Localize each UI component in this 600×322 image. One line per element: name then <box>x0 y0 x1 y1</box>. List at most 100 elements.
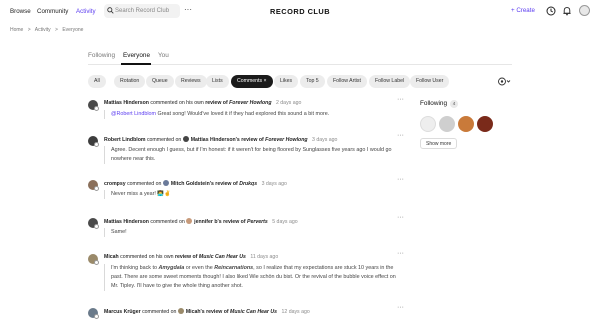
verb-text: commented on <box>148 219 187 225</box>
verb-text: commented on <box>125 181 163 187</box>
chip-likes[interactable]: Likes <box>274 75 299 88</box>
review-link-label[interactable]: review of <box>175 254 199 260</box>
record-club-logo[interactable]: RECORD CLUB <box>270 7 330 16</box>
nav-activity-link[interactable]: Activity <box>76 8 96 15</box>
comment-badge-icon <box>94 224 99 229</box>
following-count-badge: 4 <box>450 100 458 108</box>
feed-item-header: Micah commented on his own review of Mus… <box>104 254 278 260</box>
followed-user-avatar[interactable] <box>458 116 474 132</box>
verb-text: commented on his own <box>148 100 206 106</box>
chip-queue[interactable]: Queue <box>146 75 174 88</box>
review-link-label[interactable]: review of <box>222 219 247 225</box>
timestamp: 5 days ago <box>272 219 298 225</box>
tab-you[interactable]: You <box>158 52 169 59</box>
timestamp: 12 days ago <box>281 309 310 315</box>
avatar <box>182 136 189 142</box>
verb-text: commented on his own <box>118 254 175 260</box>
verb-text: commented on <box>140 309 178 315</box>
tab-everyone[interactable]: Everyone <box>123 52 150 59</box>
search-input[interactable]: Search Record Club <box>104 4 180 18</box>
followed-user-avatar[interactable] <box>439 116 455 132</box>
bell-icon[interactable] <box>562 6 572 18</box>
item-menu-button[interactable]: ··· <box>397 250 404 257</box>
top-navigation-bar: Browse Community Activity Search Record … <box>0 0 600 22</box>
followed-user-avatar[interactable] <box>420 116 436 132</box>
nav-community-link[interactable]: Community <box>37 8 68 15</box>
show-more-button[interactable]: Show more <box>420 138 458 149</box>
breadcrumb-separator: > <box>27 27 31 33</box>
user-link[interactable]: Mattias Hinderson <box>104 100 149 106</box>
feed-item-header: Mattias Hinderson commented on jennifer … <box>104 218 298 225</box>
target-user-link[interactable]: jennifer b's <box>194 219 221 225</box>
breadcrumb-home[interactable]: Home <box>10 27 23 33</box>
following-title: Following <box>420 100 447 107</box>
review-link-label[interactable]: review of <box>214 181 239 187</box>
breadcrumb-separator: > <box>55 27 58 33</box>
album-link[interactable]: Forever Howlong <box>265 137 307 143</box>
feed-item-header: crompsy commented on Mitch Goldstein's r… <box>104 180 287 187</box>
chip-follow-artist[interactable]: Follow Artist <box>327 75 367 88</box>
comment-badge-icon <box>94 186 99 191</box>
breadcrumb-activity[interactable]: Activity <box>35 27 51 33</box>
item-menu-button[interactable]: ··· <box>397 214 404 221</box>
user-link[interactable]: Micah <box>104 254 119 260</box>
comment-body: I'm thinking back to Amygdala or even th… <box>104 264 398 291</box>
chip-comments-active[interactable]: Comments × <box>231 75 273 88</box>
review-link-label[interactable]: review of <box>205 100 229 106</box>
avatar <box>177 308 184 314</box>
feed-item-header: Marcus Krüger commented on Micah's revie… <box>104 308 310 315</box>
chip-lists[interactable]: Lists <box>206 75 229 88</box>
target-user-link[interactable]: Micah's <box>186 309 205 315</box>
chip-follow-user[interactable]: Follow User <box>410 75 450 88</box>
active-tab-indicator <box>121 63 151 65</box>
filter-settings-icon[interactable] <box>497 75 511 90</box>
item-menu-button[interactable]: ··· <box>397 96 404 103</box>
item-menu-button[interactable]: ··· <box>397 176 404 183</box>
timestamp: 2 days ago <box>275 100 302 106</box>
comment-body: @Robert Lindblom Great song! Would've lo… <box>104 110 398 119</box>
target-user-link[interactable]: Mitch Goldstein's <box>171 181 214 187</box>
comment-body: Same! <box>104 228 398 237</box>
chip-reviews[interactable]: Reviews <box>175 75 207 88</box>
album-link[interactable]: Forever Howlong <box>229 100 271 106</box>
album-reference: Reincarnations <box>214 265 254 271</box>
clock-icon[interactable] <box>546 6 556 18</box>
comment-body: Agree. Decent enough I guess, but if I'm… <box>104 146 398 164</box>
tab-following[interactable]: Following <box>88 52 115 59</box>
chip-all[interactable]: All <box>88 75 106 88</box>
user-link[interactable]: Robert Lindblom <box>104 137 146 143</box>
review-link-label[interactable]: review of <box>240 137 265 143</box>
verb-text: commented on <box>145 137 183 143</box>
more-options-button[interactable]: ··· <box>184 5 192 14</box>
chip-rotation[interactable]: Rotation <box>114 75 146 88</box>
user-link[interactable]: Mattias Hinderson <box>104 219 149 225</box>
search-placeholder: Search Record Club <box>115 8 170 14</box>
comment-body: Never miss a year! 👨‍💻✌️ <box>104 190 398 199</box>
chip-follow-label[interactable]: Follow Label <box>369 75 411 88</box>
album-link[interactable]: Music Can Hear Us <box>230 309 277 315</box>
user-link[interactable]: crompsy <box>104 181 126 187</box>
chip-top-5[interactable]: Top 5 <box>300 75 325 88</box>
review-link-label[interactable]: review of <box>205 309 230 315</box>
nav-browse-link[interactable]: Browse <box>10 8 31 15</box>
album-link[interactable]: Drukqs <box>239 181 257 187</box>
comment-text: or even the <box>184 265 215 271</box>
feed-item-header: Mattias Hinderson commented on his own r… <box>104 100 301 106</box>
comment-badge-icon <box>94 314 99 319</box>
comment-badge-icon <box>94 142 99 147</box>
mention-link[interactable]: @Robert Lindblom <box>111 111 156 117</box>
user-link[interactable]: Marcus Krüger <box>104 309 141 315</box>
item-menu-button[interactable]: ··· <box>397 304 404 311</box>
item-menu-button[interactable]: ··· <box>397 132 404 139</box>
target-user-link[interactable]: Mattias Hinderson's <box>191 137 240 143</box>
comment-text: I'm thinking back to <box>111 265 159 271</box>
album-link[interactable]: Perverts <box>247 219 268 225</box>
breadcrumb-everyone: Everyone <box>62 27 84 33</box>
feed-item: Mattias Hinderson commented on jennifer … <box>88 214 404 246</box>
album-link[interactable]: Music Can Hear Us <box>199 254 246 260</box>
create-button[interactable]: + Create <box>511 7 535 14</box>
followed-user-avatar[interactable] <box>477 116 493 132</box>
feed-item: Robert Lindblom commented on Mattias Hin… <box>88 132 404 172</box>
user-avatar-button[interactable] <box>579 5 590 16</box>
avatar <box>162 180 169 186</box>
